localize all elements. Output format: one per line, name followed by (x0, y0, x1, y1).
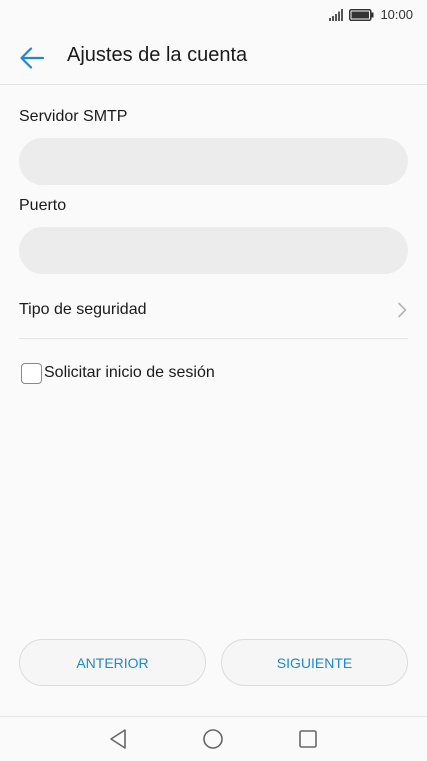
nav-recents-button[interactable] (296, 727, 320, 751)
require-signin-label: Solicitar inicio de sesión (44, 364, 215, 381)
app-bar: Ajustes de la cuenta (0, 30, 427, 85)
signal-icon (329, 8, 344, 21)
port-label: Puerto (19, 197, 67, 214)
require-signin-row[interactable]: Solicitar inicio de sesión (21, 360, 215, 386)
navigation-bar (0, 716, 427, 761)
require-signin-checkbox[interactable] (21, 362, 42, 384)
previous-button[interactable]: ANTERIOR (19, 639, 206, 686)
arrow-left-icon (20, 47, 44, 69)
security-type-row[interactable]: Tipo de seguridad (19, 284, 408, 339)
smtp-server-input[interactable] (19, 138, 408, 185)
nav-recents-icon (299, 730, 317, 748)
nav-home-icon (203, 729, 223, 749)
status-bar: 10:00 (0, 0, 427, 30)
page-title: Ajustes de la cuenta (67, 44, 248, 66)
chevron-right-icon (398, 302, 407, 318)
nav-home-button[interactable] (201, 727, 225, 751)
status-icons: 10:00 (329, 7, 413, 22)
next-button[interactable]: SIGUIENTE (221, 639, 408, 686)
nav-back-button[interactable] (106, 727, 130, 751)
status-time: 10:00 (380, 7, 413, 22)
battery-icon (349, 8, 374, 21)
smtp-server-label: Servidor SMTP (19, 108, 128, 125)
security-type-label: Tipo de seguridad (19, 301, 147, 318)
back-button[interactable] (14, 41, 50, 75)
port-input[interactable] (19, 227, 408, 274)
nav-back-icon (110, 729, 126, 749)
